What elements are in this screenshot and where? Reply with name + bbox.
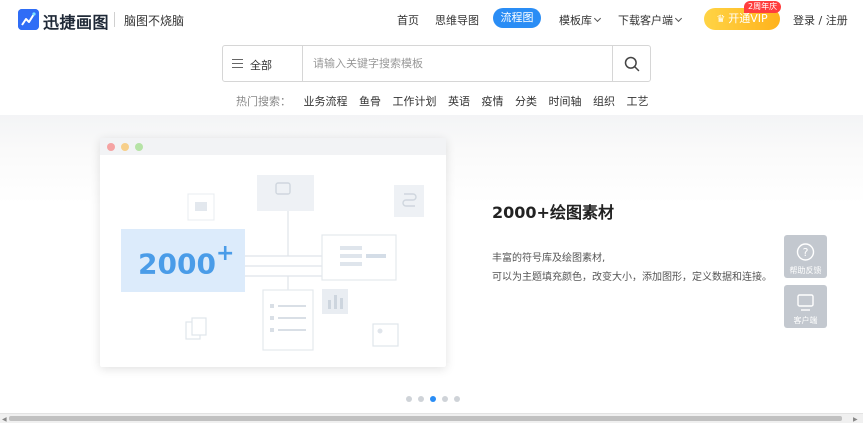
nav-home[interactable]: 首页 [397,12,419,28]
hot-search-item[interactable]: 时间轴 [549,95,582,108]
login-register-link[interactable]: 登录 / 注册 [793,12,848,28]
nav-download-label: 下载客户端 [618,14,673,27]
carousel-dot[interactable] [454,396,460,402]
menu-icon [232,59,243,68]
carousel-dot[interactable] [418,396,424,402]
hot-search-item[interactable]: 工作计划 [393,95,437,108]
client-label: 客户端 [793,316,818,325]
carousel-dot[interactable] [406,396,412,402]
scrollbar-thumb[interactable] [9,416,842,421]
chevron-down-icon [593,14,602,23]
crown-icon: ♛ [716,14,726,25]
search-button[interactable] [612,46,650,81]
vip-button-label: 开通VIP [728,12,768,25]
feature-description: 丰富的符号库及绘图素材, [492,253,606,264]
svg-text:?: ? [803,246,809,259]
question-icon: ? [796,243,815,261]
search-category-label: 全部 [250,59,272,72]
brand-slogan: 脑图不烧脑 [124,14,185,28]
client-download-button[interactable]: 客户端 [784,285,827,328]
hot-search-item[interactable]: 鱼骨 [359,95,381,108]
search-category-select[interactable]: 全部 [223,46,303,81]
hot-search-item[interactable]: 业务流程 [304,95,348,108]
brand-name[interactable]: 迅捷画图 [43,9,109,33]
nav-mindmap[interactable]: 思维导图 [435,12,479,28]
nav-templates-label: 模板库 [559,14,592,27]
illustration-number-value: 2000 [138,247,216,281]
hot-search-item[interactable]: 疫情 [482,95,504,108]
search-bar: 全部 [222,45,651,82]
illustration-number: 2000+ [138,241,235,281]
search-input[interactable] [304,46,612,81]
scroll-right-arrow-icon[interactable]: ▶ [853,416,858,423]
hot-search-item[interactable]: 工艺 [627,95,649,108]
feature-description: 可以为主题填充颜色，改变大小，添加图形，定义数据和连接。 [492,272,772,283]
feature-illustration: 2000+ [100,138,446,367]
anniversary-badge: 2周年庆 [744,1,782,13]
nav-templates[interactable]: 模板库 [559,12,602,28]
illustration-number-sup: + [215,241,235,266]
carousel-dot-active[interactable] [430,396,436,402]
logo-icon[interactable] [18,9,39,30]
hot-search-item[interactable]: 分类 [515,95,537,108]
scroll-left-arrow-icon[interactable]: ◀ [2,416,7,423]
chevron-down-icon [674,14,683,23]
nav-download[interactable]: 下载客户端 [618,12,683,28]
hot-search-label: 热门搜索： [236,95,291,108]
feature-title: 2000+绘图素材 [492,203,614,222]
help-feedback-button[interactable]: ? 帮助反馈 [784,235,827,278]
brand-divider [114,12,115,27]
help-feedback-label: 帮助反馈 [789,266,822,275]
horizontal-scrollbar[interactable]: ◀ ▶ [0,413,863,423]
monitor-icon [797,294,814,311]
nav-flowchart[interactable]: 流程图 [493,8,541,28]
search-icon [624,56,640,72]
hot-search-row: 热门搜索： 业务流程 鱼骨 工作计划 英语 疫情 分类 时间轴 组织 工艺 [236,93,657,109]
carousel-dot[interactable] [442,396,448,402]
top-header: 迅捷画图 脑图不烧脑 首页 思维导图 流程图 模板库 下载客户端 ♛ 开通VIP … [0,0,863,38]
hot-search-item[interactable]: 英语 [448,95,470,108]
hot-search-item[interactable]: 组织 [593,95,615,108]
